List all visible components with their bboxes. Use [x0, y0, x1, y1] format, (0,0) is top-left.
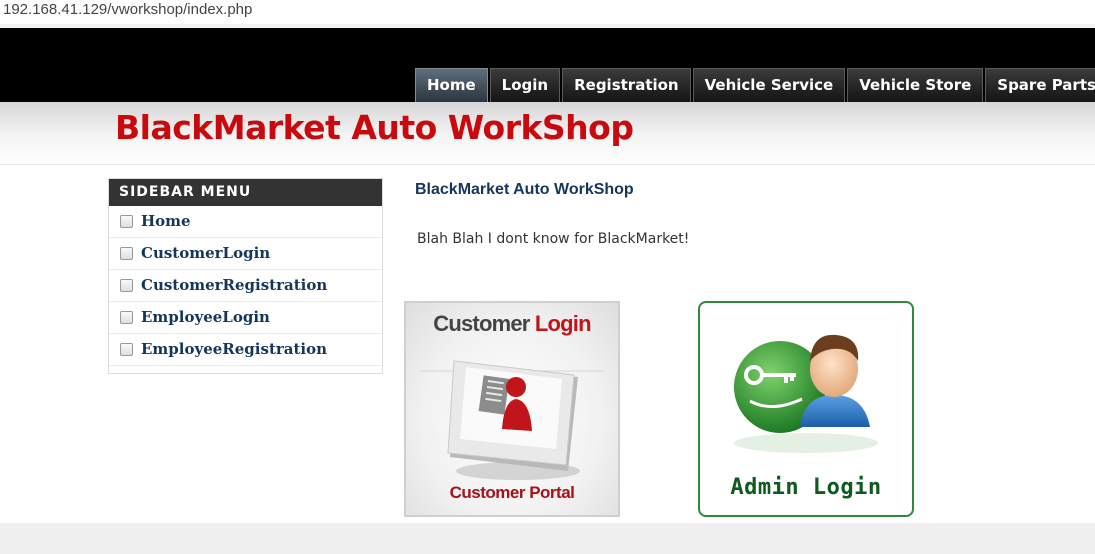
sidebar-link-customerlogin[interactable]: CustomerLogin — [141, 244, 270, 262]
content-area: SIDEBAR MENU Home CustomerLogin Customer… — [0, 165, 1095, 523]
site-header: BlackMarket Auto WorkShop — [0, 102, 1095, 165]
sidebar-bullet-icon — [120, 247, 133, 260]
customer-login-card[interactable]: Customer Login Customer Portal — [404, 301, 620, 517]
address-bar[interactable]: 192.168.41.129/vworkshop/index.php — [0, 0, 1095, 24]
main-nav: Home Login Registration Vehicle Service … — [415, 68, 1095, 102]
nav-spare-parts[interactable]: Spare Parts — [985, 68, 1095, 102]
admin-login-label: Admin Login — [730, 475, 882, 500]
address-url: 192.168.41.129/vworkshop/index.php — [3, 1, 253, 18]
sidebar-link-customerregistration[interactable]: CustomerRegistration — [141, 276, 327, 294]
main-title: BlackMarket Auto WorkShop — [415, 181, 634, 198]
nav-home[interactable]: Home — [415, 68, 488, 102]
sidebar-link-home[interactable]: Home — [141, 212, 191, 230]
sidebar-menu: SIDEBAR MENU Home CustomerLogin Customer… — [108, 178, 383, 374]
admin-login-card[interactable]: Admin Login — [698, 301, 914, 517]
sidebar-item-employeeregistration: EmployeeRegistration — [109, 334, 382, 366]
sidebar-item-customerlogin: CustomerLogin — [109, 238, 382, 270]
nav-login[interactable]: Login — [489, 68, 561, 102]
customer-portal-label: Customer Portal — [449, 483, 575, 502]
page-footer — [0, 523, 1095, 545]
nav-vehicle-service[interactable]: Vehicle Service — [692, 68, 846, 102]
nav-vehicle-store[interactable]: Vehicle Store — [847, 68, 984, 102]
sidebar-bullet-icon — [120, 311, 133, 324]
sidebar-item-home: Home — [109, 206, 382, 238]
sidebar-bullet-icon — [120, 215, 133, 228]
sidebar-link-employeelogin[interactable]: EmployeeLogin — [141, 308, 270, 326]
sidebar-list: Home CustomerLogin CustomerRegistration … — [109, 206, 382, 366]
sidebar-bullet-icon — [120, 279, 133, 292]
sidebar-item-employeelogin: EmployeeLogin — [109, 302, 382, 334]
sidebar-item-customerregistration: CustomerRegistration — [109, 270, 382, 302]
nav-registration[interactable]: Registration — [562, 68, 691, 102]
sidebar-bullet-icon — [120, 343, 133, 356]
site-title: BlackMarket Auto WorkShop — [115, 108, 634, 147]
main-text: Blah Blah I dont know for BlackMarket! — [417, 231, 690, 247]
sidebar-title: SIDEBAR MENU — [109, 179, 382, 206]
sidebar-link-employeeregistration[interactable]: EmployeeRegistration — [141, 340, 327, 358]
